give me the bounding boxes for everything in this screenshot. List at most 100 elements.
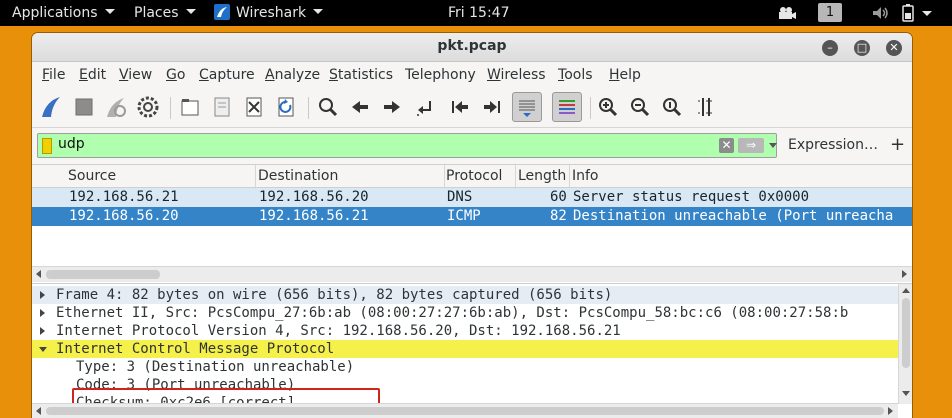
table-row-selected[interactable]: 192.168.56.20 192.168.56.21 ICMP 82 Dest… [32, 207, 912, 226]
shark-fin-start-icon[interactable] [38, 93, 66, 121]
scrollbar-thumb[interactable] [46, 407, 884, 415]
filter-value[interactable]: udp [58, 136, 85, 152]
forward-arrow-icon[interactable] [378, 93, 406, 121]
chevron-down-icon[interactable] [769, 143, 777, 148]
column-divider[interactable] [255, 165, 256, 187]
places-menu[interactable]: Places [134, 4, 196, 22]
stop-square-icon[interactable] [70, 93, 98, 121]
autoscroll-icon[interactable] [512, 92, 542, 122]
scroll-left-icon[interactable] [36, 407, 41, 415]
clear-filter-icon[interactable]: ✕ [719, 138, 734, 153]
scroll-right-icon[interactable] [902, 270, 907, 278]
toolbar-separator [308, 97, 309, 119]
last-packet-icon[interactable] [478, 93, 506, 121]
clock[interactable]: Fri 15:47 [448, 4, 509, 22]
chevron-down-icon[interactable] [922, 11, 932, 16]
cell-destination: 192.168.56.21 [259, 208, 369, 224]
find-icon[interactable] [314, 93, 342, 121]
column-source[interactable]: Source [68, 168, 116, 184]
bookmark-icon[interactable] [42, 138, 52, 154]
add-filter-button[interactable]: + [890, 134, 905, 155]
menu-analyze[interactable]: Analyze [265, 67, 320, 83]
title-bar[interactable]: pkt.pcap – □ ✕ [32, 33, 912, 62]
go-to-packet-icon[interactable] [410, 93, 438, 121]
tree-item-ethernet[interactable]: Ethernet II, Src: PcsCompu_27:6b:ab (08:… [32, 304, 898, 322]
expand-icon[interactable] [40, 291, 45, 299]
app-menu[interactable]: Wireshark [214, 4, 324, 22]
applications-menu[interactable]: Applications [12, 4, 115, 22]
display-filter-input[interactable]: udp ✕ ⇒ [37, 133, 777, 158]
menu-capture[interactable]: Capture [199, 67, 255, 83]
menu-view[interactable]: View [119, 67, 152, 83]
zoom-in-icon[interactable] [594, 93, 622, 121]
cell-source: 192.168.56.20 [69, 208, 179, 224]
tree-item-frame[interactable]: Frame 4: 82 bytes on wire (656 bits), 82… [32, 286, 898, 304]
expression-button[interactable]: Expression… [788, 137, 878, 153]
column-protocol[interactable]: Protocol [446, 168, 502, 184]
cell-info: Server status request 0x0000 [573, 189, 810, 205]
collapse-icon[interactable] [39, 347, 47, 352]
scrollbar-thumb[interactable] [46, 270, 160, 279]
menu-edit[interactable]: Edit [79, 67, 106, 83]
scroll-down-icon[interactable] [902, 391, 910, 396]
top-bar: Applications Places Wireshark Fri 15:47 … [0, 0, 952, 26]
cell-length: 82 [550, 208, 567, 224]
scroll-right-icon[interactable] [888, 407, 893, 415]
zoom-out-icon[interactable] [626, 93, 654, 121]
column-divider[interactable] [515, 165, 516, 187]
column-divider[interactable] [444, 165, 445, 187]
menu-statistics[interactable]: Statistics [329, 67, 393, 83]
scrollbar-thumb[interactable] [902, 298, 910, 368]
options-gear-icon[interactable] [134, 93, 162, 121]
open-folder-icon[interactable] [176, 93, 204, 121]
reload-icon[interactable] [272, 93, 300, 121]
scroll-left-icon[interactable] [36, 270, 41, 278]
cell-length: 60 [550, 189, 567, 205]
apply-filter-icon[interactable]: ⇒ [738, 138, 764, 153]
workspace-indicator[interactable]: 1 [818, 3, 842, 22]
column-destination[interactable]: Destination [258, 168, 338, 184]
details-vertical-scrollbar[interactable] [898, 284, 912, 404]
wireshark-icon [214, 4, 230, 20]
restart-fin-icon[interactable] [102, 93, 130, 121]
zoom-normal-icon[interactable] [658, 93, 686, 121]
app-menu-label: Wireshark [236, 5, 307, 21]
chevron-down-icon [313, 9, 324, 14]
video-camera-icon [779, 7, 796, 19]
details-horizontal-scrollbar[interactable] [32, 403, 898, 418]
tree-item-label: Type: 3 (Destination unreachable) [76, 359, 355, 375]
maximize-icon[interactable]: □ [854, 40, 870, 56]
battery-icon[interactable] [900, 4, 916, 22]
close-icon[interactable]: ✕ [886, 40, 902, 56]
packet-list-header: Source Destination Protocol Length Info [32, 165, 912, 188]
expand-icon[interactable] [40, 309, 45, 317]
packet-list-horizontal-scrollbar[interactable] [32, 266, 912, 282]
save-file-icon[interactable] [208, 93, 236, 121]
menu-help[interactable]: Help [609, 67, 641, 83]
column-divider[interactable] [569, 165, 570, 187]
cell-protocol: DNS [447, 189, 473, 205]
menu-tools[interactable]: Tools [558, 67, 593, 83]
back-arrow-icon[interactable] [346, 93, 374, 121]
colorize-icon[interactable] [552, 92, 582, 122]
minimize-icon[interactable]: – [822, 40, 838, 56]
column-info[interactable]: Info [572, 168, 599, 184]
menu-go[interactable]: Go [166, 67, 185, 83]
scroll-up-icon[interactable] [902, 288, 910, 293]
table-row[interactable]: 192.168.56.21 192.168.56.20 DNS 60 Serve… [32, 188, 912, 207]
tree-item-ipv4[interactable]: Internet Protocol Version 4, Src: 192.16… [32, 322, 898, 340]
menu-wireless[interactable]: Wireless [487, 67, 546, 83]
menu-file[interactable]: File [42, 67, 65, 83]
tree-item-icmp[interactable]: Internet Control Message Protocol [32, 340, 898, 358]
expand-icon[interactable] [40, 327, 45, 335]
tree-item-label: Internet Control Message Protocol [56, 341, 335, 357]
first-packet-icon[interactable] [446, 93, 474, 121]
volume-icon[interactable] [872, 6, 890, 20]
cell-info: Destination unreachable (Port unreacha [573, 208, 894, 224]
column-length[interactable]: Length [518, 168, 566, 184]
menu-telephony[interactable]: Telephony [405, 67, 476, 83]
tree-item-label: Frame 4: 82 bytes on wire (656 bits), 82… [56, 287, 613, 303]
resize-columns-icon[interactable] [692, 93, 720, 121]
close-file-icon[interactable] [240, 93, 268, 121]
tree-item-icmp-type[interactable]: Type: 3 (Destination unreachable) [32, 358, 898, 376]
